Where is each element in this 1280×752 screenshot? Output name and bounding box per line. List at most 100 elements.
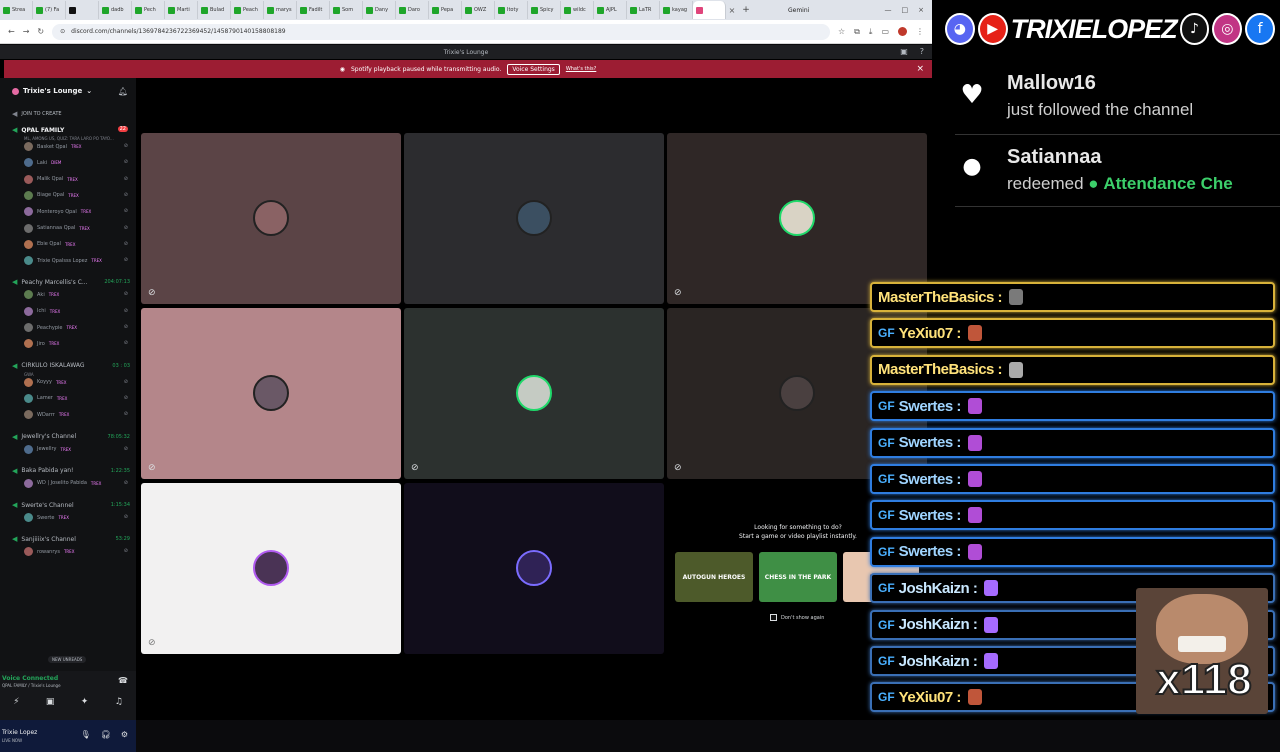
video-tile[interactable]: ⊘ (141, 308, 401, 479)
voice-channel[interactable]: ◀ CIRKULO ISKALAWAG (12, 362, 84, 370)
browser-tab[interactable]: (7) Fa (33, 1, 66, 19)
browser-tab[interactable]: Strea (0, 1, 33, 19)
username[interactable]: Trixie Lopez (2, 729, 37, 736)
whats-this-link[interactable]: What's this? (566, 66, 596, 72)
muted-mic-icon: ⊘ (123, 257, 128, 264)
activity-card[interactable]: CHESS IN THE PARK (759, 552, 837, 602)
bookmark-star-icon[interactable]: ☆ (838, 27, 845, 36)
browser-tab[interactable]: LaTR (627, 1, 660, 19)
voice-channel-path[interactable]: QPAL FAMILY / Trixie's Lounge (2, 683, 61, 688)
microphone-icon[interactable]: 🎙︎ (81, 730, 91, 739)
voice-member[interactable]: Ichi TREX (24, 306, 60, 316)
browser-tab[interactable]: wildc (561, 1, 594, 19)
youtube-icon: ▶ (977, 13, 1008, 45)
browser-tab[interactable]: Fadilt (297, 1, 330, 19)
browser-tab[interactable]: OWZ (462, 1, 495, 19)
profile-avatar[interactable] (898, 27, 907, 36)
voice-member[interactable]: Ebie Qpal TREX (24, 239, 75, 249)
join-to-create-channel[interactable]: ◀ JOIN TO CREATE (12, 110, 62, 118)
video-tile[interactable]: ⊘ (667, 133, 927, 304)
video-tile[interactable]: ⊘ (141, 483, 401, 654)
activities-icon[interactable]: ✦ (81, 697, 89, 707)
inbox-icon[interactable]: ▣ (900, 47, 908, 56)
reload-icon[interactable]: ↻ (37, 27, 44, 36)
browser-tab[interactable]: Itoty (495, 1, 528, 19)
video-tile[interactable]: ⊘ (141, 133, 401, 304)
maximize-icon[interactable]: □ (902, 6, 909, 14)
voice-member[interactable]: Monteroyo Qpal TREX (24, 207, 91, 217)
voice-member[interactable]: Trixie Qpalsss Lopez TREX (24, 256, 102, 266)
voice-member[interactable]: Aki TREX (24, 290, 59, 300)
voice-member[interactable]: Swerte TREX (24, 513, 69, 523)
voice-member[interactable]: Biage Qpal TREX (24, 190, 79, 200)
muted-mic-icon: ⊘ (674, 288, 682, 298)
video-tile[interactable] (404, 133, 664, 304)
extensions-icon[interactable]: ⧉ (854, 27, 860, 37)
minimize-icon[interactable]: — (885, 6, 892, 14)
dont-show-again-option[interactable]: Don't show again (770, 614, 824, 621)
tab-close-icon[interactable]: × (726, 6, 738, 15)
help-icon[interactable]: ? (920, 47, 924, 56)
browser-tab[interactable]: Marti (165, 1, 198, 19)
voice-channel[interactable]: ◀ QPAL FAMILY (12, 126, 64, 134)
browser-tab[interactable]: Pepa (429, 1, 462, 19)
download-icon[interactable]: ⤓ (869, 27, 873, 37)
tab-favicon-icon (366, 6, 373, 14)
screen-share-icon[interactable]: ▣ (46, 697, 55, 707)
disconnect-icon[interactable]: ☎ (118, 676, 128, 685)
video-tile[interactable]: ⊘ (404, 308, 664, 479)
browser-tab[interactable]: AJPL (594, 1, 627, 19)
soundboard-icon[interactable]: ♫ (115, 697, 123, 707)
site-info-icon[interactable]: ⊙ (60, 28, 65, 35)
browser-tab[interactable]: dadb (99, 1, 132, 19)
new-unreads-pill[interactable]: NEW UNREADS (48, 656, 87, 663)
close-window-icon[interactable]: × (918, 6, 924, 14)
voice-channel[interactable]: ◀ Jewellry's Channel (12, 433, 76, 441)
browser-tab[interactable]: Pech (132, 1, 165, 19)
back-icon[interactable]: ← (8, 27, 15, 36)
voice-channel[interactable]: ◀ Peachy Marcellis's C... (12, 278, 88, 286)
browser-tab[interactable]: Peach (231, 1, 264, 19)
voice-channel[interactable]: ◀ Baka Pabida yan! (12, 467, 73, 475)
browser-tab[interactable] (693, 1, 726, 19)
browser-tab[interactable] (66, 1, 99, 19)
browser-tab[interactable]: Som (330, 1, 363, 19)
new-tab-button[interactable]: + (738, 5, 754, 15)
server-name-header[interactable]: Trixie's Lounge ⌄ (12, 87, 92, 95)
gemini-button[interactable]: Gemini (788, 7, 809, 14)
voice-member[interactable]: Jewellry TREX (24, 444, 71, 454)
noise-suppression-icon[interactable]: ⚡ (13, 697, 19, 707)
browser-tab[interactable]: Dany (363, 1, 396, 19)
browser-tab[interactable]: Spicy (528, 1, 561, 19)
voice-member[interactable]: Satiannaa Qpal TREX (24, 223, 90, 233)
headphones-icon[interactable]: 🎧︎ (101, 730, 111, 739)
voice-channel[interactable]: ◀ Swerte's Channel (12, 501, 74, 509)
url-field[interactable]: ⊙ discord.com/channels/13697842367223694… (52, 23, 830, 40)
member-name: Satiannaa Qpal (37, 225, 76, 231)
voice-member[interactable]: Basket Qpal TREX (24, 142, 82, 151)
forward-icon[interactable]: → (23, 27, 30, 36)
voice-member[interactable]: Lamer TREX (24, 393, 67, 403)
voice-member[interactable]: Malik Qpal TREX (24, 174, 78, 184)
notification-bell-icon[interactable]: 🔔︎ (118, 87, 128, 96)
dont-show-checkbox[interactable] (770, 614, 777, 621)
voice-channel[interactable]: ◀ Sanjiiiix's Channel (12, 535, 76, 543)
voice-member[interactable]: WD | Joselito Pabida TREX (24, 478, 101, 488)
video-tile[interactable] (404, 483, 664, 654)
voice-member[interactable]: WDarrr TREX (24, 410, 69, 420)
gear-icon[interactable]: ⚙ (121, 730, 128, 739)
voice-settings-button[interactable]: Voice Settings (507, 63, 560, 75)
close-icon[interactable]: × (916, 64, 924, 74)
voice-member[interactable]: rowanrys TREX (24, 547, 74, 557)
voice-member[interactable]: Peachypie TREX (24, 323, 77, 332)
voice-member[interactable]: Laki DIEM (24, 158, 61, 168)
menu-kebab-icon[interactable]: ⋮ (916, 27, 924, 36)
sidebar-icon[interactable]: ▭ (881, 27, 889, 36)
activity-card[interactable]: AUTOGUN HEROES (675, 552, 753, 602)
voice-member[interactable]: Koyyy TREX (24, 377, 66, 387)
voice-member[interactable]: Jiro TREX (24, 339, 59, 349)
browser-tab[interactable]: Bulad (198, 1, 231, 19)
browser-tab[interactable]: Daro (396, 1, 429, 19)
browser-tab[interactable]: marys (264, 1, 297, 19)
browser-tab[interactable]: kayag (660, 1, 693, 19)
